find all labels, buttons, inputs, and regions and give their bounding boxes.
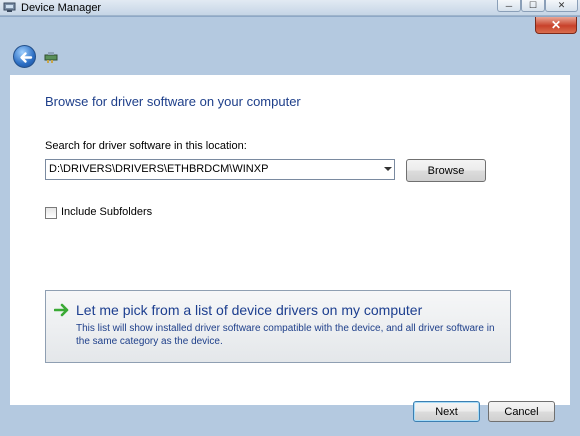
next-button[interactable]: Next	[413, 401, 480, 422]
maximize-icon: ☐	[528, 0, 538, 10]
minimize-button[interactable]: ─	[497, 0, 521, 12]
back-arrow-icon	[20, 52, 33, 63]
page-title: Browse for driver software on your compu…	[45, 94, 301, 109]
search-location-combobox[interactable]: D:\DRIVERS\DRIVERS\ETHBRDCM\WINXP	[45, 159, 395, 180]
close-icon: ✕	[550, 18, 562, 32]
device-manager-icon	[3, 2, 16, 12]
parent-close-button[interactable]: ✕	[545, 0, 578, 12]
include-subfolders-checkbox[interactable]	[45, 207, 57, 219]
command-link-title[interactable]: Let me pick from a list of device driver…	[76, 302, 422, 318]
browse-button[interactable]: Browse	[406, 159, 486, 182]
command-link-description: This list will show installed driver sof…	[76, 323, 495, 347]
search-location-value[interactable]: D:\DRIVERS\DRIVERS\ETHBRDCM\WINXP	[49, 163, 268, 175]
update-driver-dialog: ✕ Browse for driver software on your com…	[0, 16, 580, 436]
pick-from-list-command-link[interactable]: Let me pick from a list of device driver…	[45, 290, 511, 363]
close-icon: ✕	[557, 0, 566, 10]
chevron-down-icon[interactable]	[384, 167, 392, 171]
back-button[interactable]	[13, 45, 36, 68]
search-location-label: Search for driver software in this locat…	[45, 140, 247, 152]
green-arrow-icon	[54, 303, 69, 317]
parent-window-titlebar: Device Manager ─ ☐ ✕	[0, 0, 580, 16]
device-driver-icon	[44, 52, 58, 63]
include-subfolders-label[interactable]: Include Subfolders	[61, 206, 152, 218]
window-title: Device Manager	[21, 2, 102, 14]
cancel-button[interactable]: Cancel	[488, 401, 555, 422]
maximize-button[interactable]: ☐	[521, 0, 545, 12]
dialog-close-button[interactable]: ✕	[535, 17, 577, 34]
wizard-content-area: Browse for driver software on your compu…	[10, 75, 570, 405]
minimize-icon: ─	[505, 0, 513, 11]
